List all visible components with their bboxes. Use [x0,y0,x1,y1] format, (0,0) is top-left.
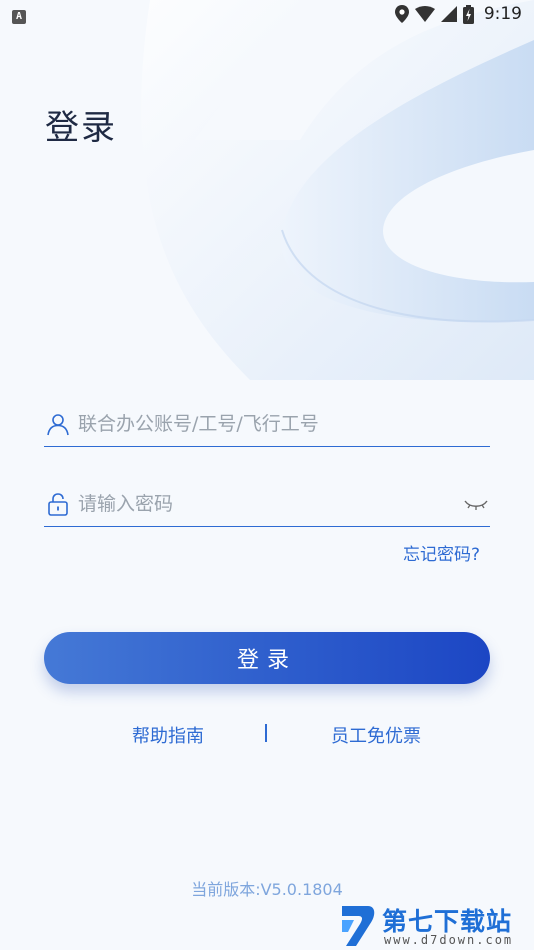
help-guide-link[interactable]: 帮助指南 [132,722,204,748]
account-field[interactable] [44,402,490,447]
version-label: 当前版本:V5.0.1804 [191,880,343,899]
password-field[interactable] [44,482,490,527]
links-divider [265,724,267,742]
watermark-url: www.d7down.com [384,933,514,947]
page-title: 登录 [45,108,117,148]
background-swirl-art [141,0,534,380]
wifi-icon [414,6,435,22]
user-icon [47,414,69,436]
login-button[interactable]: 登录 [44,632,490,684]
password-input[interactable] [76,492,464,516]
account-input[interactable] [76,412,490,436]
battery-charging-icon [462,4,474,24]
notification-app-icon: A [12,10,26,24]
status-bar-right: 9:19 [394,4,522,24]
eye-closed-icon[interactable] [464,496,488,512]
status-bar-left: A [12,4,26,24]
lock-icon [48,493,68,516]
location-icon [394,5,409,23]
signal-icon [440,6,457,22]
bottom-links: 帮助指南 员工免优票 [0,722,534,748]
forgot-password-link[interactable]: 忘记密码? [403,540,480,565]
status-time: 9:19 [483,4,522,24]
staff-ticket-link[interactable]: 员工免优票 [331,722,421,748]
status-bar: A 9:19 [0,0,534,28]
d7-logo-icon [342,906,375,946]
site-watermark: 第七下载站 www.d7down.com [338,900,534,950]
